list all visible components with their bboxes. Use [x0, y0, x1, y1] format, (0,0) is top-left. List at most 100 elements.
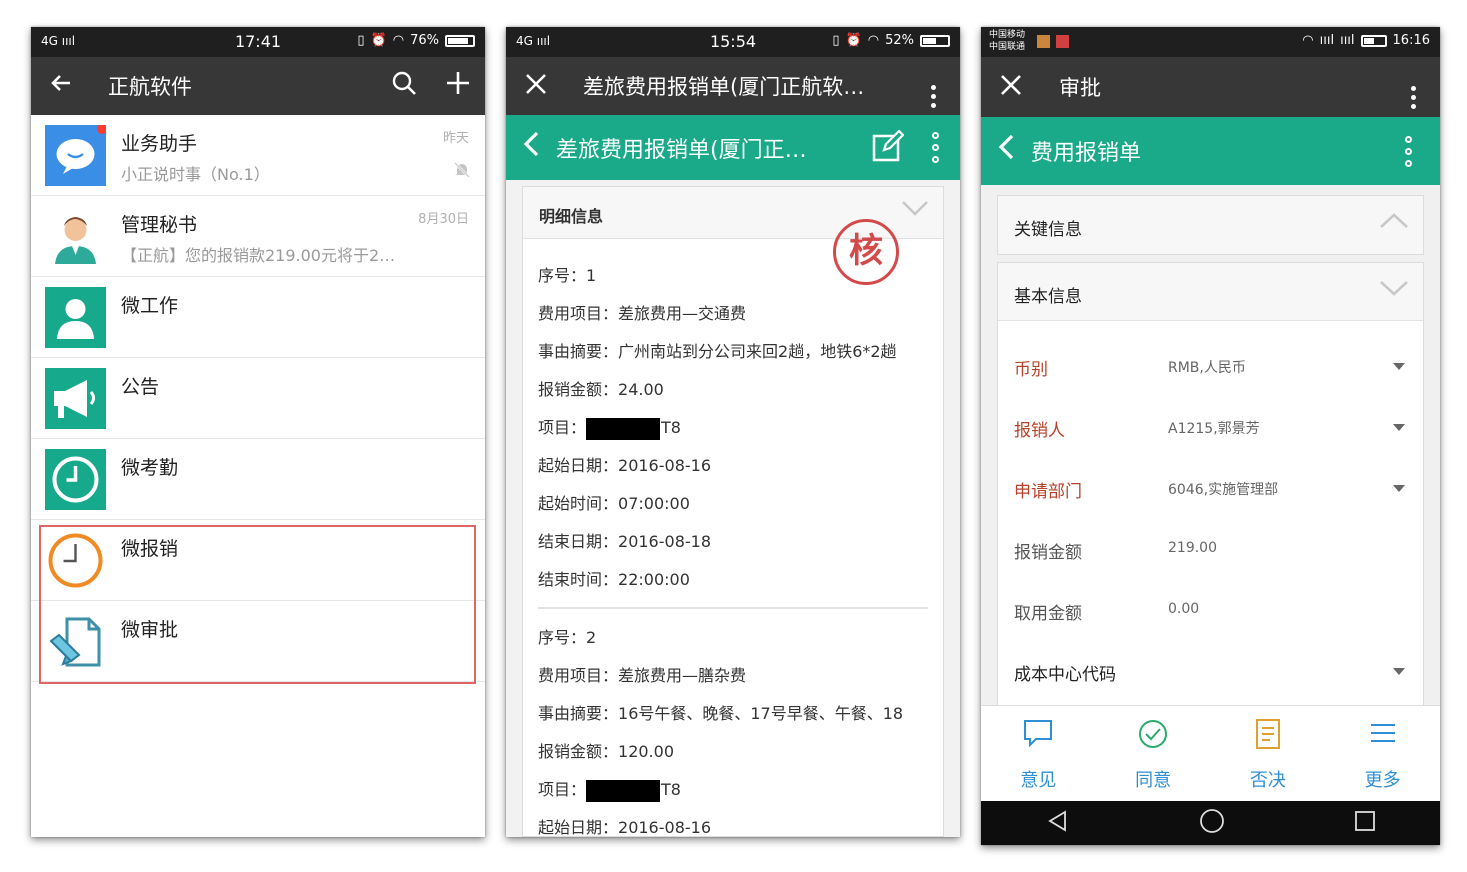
- status-bar: 4G ıııl 17:41 ▯ ⏰ ◠ 76%: [31, 27, 485, 57]
- back-arrow-icon[interactable]: [31, 57, 91, 115]
- signal-icon: ıııl: [1319, 33, 1335, 48]
- options-icon[interactable]: [910, 132, 960, 163]
- section-header[interactable]: 基本信息: [998, 263, 1423, 321]
- field-value: 07:00:00: [618, 494, 690, 513]
- title-bar: 差旅费用报销单(厦门正航软…: [506, 57, 960, 115]
- field-label: 币别: [1014, 360, 1048, 380]
- approve-button[interactable]: 同意: [1096, 706, 1211, 801]
- nav-recents-icon[interactable]: [1354, 810, 1376, 836]
- action-label: 意见: [1020, 770, 1057, 791]
- action-label: 同意: [1135, 770, 1172, 791]
- field-value: 2016-08-16: [618, 818, 711, 837]
- item-name: 微报销: [121, 538, 179, 560]
- redacted-block: [586, 417, 661, 440]
- field-label: 成本中心代码: [1014, 665, 1116, 685]
- list-item-business-assistant[interactable]: 业务助手 小正说时事（No.1） 昨天: [31, 115, 485, 196]
- field-value: 1: [586, 266, 597, 285]
- more-button[interactable]: 更多: [1325, 706, 1440, 801]
- comment-button[interactable]: 意见: [981, 706, 1096, 801]
- search-icon[interactable]: [377, 70, 431, 103]
- chevron-left-icon[interactable]: [506, 130, 556, 166]
- field-department[interactable]: 申请部门 6046,实施管理部: [998, 457, 1423, 518]
- list-item-approval[interactable]: 微审批: [31, 601, 485, 682]
- chevron-left-icon[interactable]: [981, 133, 1031, 169]
- dropdown-arrow-icon[interactable]: [1393, 485, 1405, 492]
- field-value: 2016-08-18: [618, 532, 711, 551]
- record-field: 序号：2: [538, 619, 928, 657]
- item-preview: 【正航】您的报销款219.00元将于2…: [121, 246, 396, 265]
- field-value: 22:00:00: [618, 570, 690, 589]
- battery-percent: 52%: [885, 33, 914, 48]
- form-title: 差旅费用报销单(厦门正…: [556, 137, 807, 163]
- divider: [538, 607, 928, 609]
- wifi-icon: ◠: [392, 33, 405, 48]
- carrier-info: 中国移动 中国联通: [989, 29, 1025, 53]
- chat-list: 业务助手 小正说时事（No.1） 昨天 管理秘书 【正航】您的报销款219.00…: [31, 115, 485, 682]
- field-label: 报销人: [1014, 421, 1065, 441]
- nav-back-icon[interactable]: [1046, 809, 1070, 837]
- status-right: ▯ ⏰ ◠ 76%: [357, 33, 475, 48]
- status-time: 15:54: [709, 32, 757, 51]
- signal-indicator: 4G ıııl: [516, 34, 551, 48]
- list-item-announcement[interactable]: 公告: [31, 358, 485, 439]
- field-value: RMB,人民币: [1168, 360, 1246, 376]
- field-value: 差旅费用—膳杂费: [618, 666, 747, 685]
- field-label: 序号：: [538, 266, 587, 285]
- notification-icons: [1037, 35, 1069, 48]
- check-circle-icon: [1137, 718, 1169, 754]
- item-name: 管理秘书: [121, 214, 198, 236]
- field-value: 2: [586, 628, 597, 647]
- record-field: 项目： T8: [538, 771, 928, 809]
- field-cost-center[interactable]: 成本中心代码: [998, 640, 1423, 701]
- vibrate-icon: ▯: [357, 33, 365, 48]
- phone-screen-approval: 中国移动 中国联通 ◠ ıııl ıııl 16:16 审批 费用报销单 关键信…: [981, 27, 1440, 845]
- battery-icon: [1360, 34, 1387, 47]
- app-notification-icon: [1056, 35, 1069, 48]
- detail-fields: 序号：1 费用项目：差旅费用—交通费 事由摘要：广州南站到分公司来回2趟，地铁6…: [523, 239, 943, 837]
- field-claimant[interactable]: 报销人 A1215,郭景芳: [998, 396, 1423, 457]
- record-field: 项目： T8: [538, 409, 928, 447]
- chevron-down-icon[interactable]: [1379, 278, 1409, 302]
- chevron-down-icon[interactable]: [901, 199, 929, 221]
- field-label: 申请部门: [1014, 482, 1082, 502]
- close-icon[interactable]: [506, 57, 566, 115]
- field-label: 结束时间：: [538, 570, 619, 589]
- field-label: 结束日期：: [538, 532, 619, 551]
- alarm-icon: ⏰: [370, 33, 387, 48]
- item-date: 8月30日: [418, 212, 469, 227]
- more-menu-icon[interactable]: [906, 64, 960, 108]
- dropdown-arrow-icon[interactable]: [1393, 363, 1405, 370]
- list-item-micro-work[interactable]: 微工作: [31, 277, 485, 358]
- battery-icon: [445, 34, 475, 47]
- field-label: 起始时间：: [538, 494, 619, 513]
- list-item-expense[interactable]: 微报销: [31, 520, 485, 601]
- status-bar: 中国移动 中国联通 ◠ ıııl ıııl 16:16: [981, 27, 1440, 57]
- field-value: 219.00: [1168, 540, 1217, 556]
- form-title: 费用报销单: [1031, 141, 1142, 166]
- key-info-section: 关键信息: [997, 195, 1424, 255]
- title-bar: 审批: [981, 57, 1440, 117]
- reject-button[interactable]: 否决: [1211, 706, 1326, 801]
- more-menu-icon[interactable]: [1386, 65, 1440, 109]
- close-icon[interactable]: [981, 58, 1041, 116]
- record-field: 事由摘要：16号午餐、晚餐、17号早餐、午餐、18: [538, 695, 928, 733]
- dropdown-arrow-icon[interactable]: [1393, 668, 1405, 675]
- section-header[interactable]: 关键信息: [998, 196, 1423, 254]
- list-item-admin-secretary[interactable]: 管理秘书 【正航】您的报销款219.00元将于2… 8月30日: [31, 196, 485, 277]
- dropdown-arrow-icon[interactable]: [1393, 424, 1405, 431]
- nav-home-icon[interactable]: [1199, 808, 1225, 838]
- field-currency[interactable]: 币别 RMB,人民币: [998, 335, 1423, 396]
- record-field: 起始时间：07:00:00: [538, 485, 928, 523]
- chevron-up-icon[interactable]: [1379, 211, 1409, 235]
- record-field: 费用项目：差旅费用—交通费: [538, 295, 928, 333]
- field-value: 差旅费用—交通费: [618, 304, 747, 323]
- phone-screen-expense-detail: 4G ıııl 15:54 ▯ ⏰ ◠ 52% 差旅费用报销单(厦门正航软… 差…: [506, 27, 960, 837]
- add-icon[interactable]: [431, 70, 485, 103]
- status-time: 16:16: [1392, 33, 1430, 48]
- alarm-icon: ⏰: [845, 33, 862, 48]
- signal-icon: ıııl: [1340, 33, 1355, 48]
- list-item-attendance[interactable]: 微考勤: [31, 439, 485, 520]
- app-notification-icon: [1037, 35, 1050, 48]
- options-icon[interactable]: [1376, 135, 1440, 167]
- edit-icon[interactable]: [866, 128, 910, 166]
